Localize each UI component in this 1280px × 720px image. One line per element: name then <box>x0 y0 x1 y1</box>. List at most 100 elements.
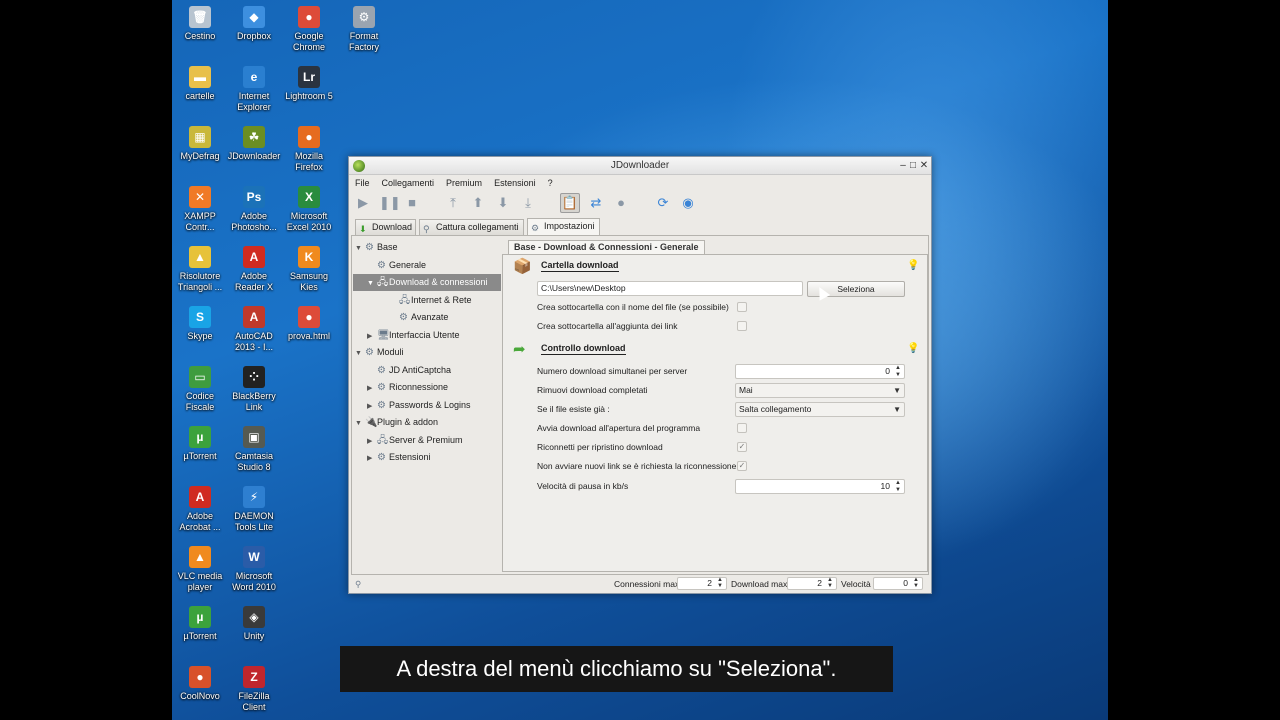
desktop-icon[interactable]: ☘ JDownloader <box>226 126 282 162</box>
collapse-arrow-icon[interactable]: ▶ <box>367 450 377 467</box>
tree-item[interactable]: ▶ 🖧Server & Premium <box>367 432 463 449</box>
pause-icon[interactable]: ❚❚ <box>379 195 401 211</box>
desktop-icon[interactable]: ⁘ BlackBerry Link <box>226 366 282 413</box>
desktop-icon[interactable]: A Adobe Acrobat ... <box>172 486 228 533</box>
menu-collegamenti[interactable]: Collegamenti <box>376 176 441 188</box>
refresh-icon[interactable]: ⟳ <box>655 195 671 211</box>
desktop-icon[interactable]: ▦ MyDefrag <box>172 126 228 162</box>
window-title: JDownloader <box>610 160 670 171</box>
no-new-links-checkbox[interactable]: ✓ <box>737 461 747 471</box>
reconnect-checkbox[interactable]: ✓ <box>737 442 747 452</box>
stop-icon[interactable]: ■ <box>404 195 420 211</box>
tree-item[interactable]: 🖧Internet & Rete <box>389 292 472 309</box>
collapse-arrow-icon[interactable]: ▶ <box>367 433 377 450</box>
desktop-icon[interactable]: ⚙ Format Factory <box>336 6 392 53</box>
desktop-icon[interactable]: Z FileZilla Client <box>226 666 282 713</box>
spinner-arrows-icon[interactable]: ▲ ▼ <box>894 480 902 493</box>
tree-item[interactable]: ⚙ Avanzate <box>389 309 448 326</box>
play-icon[interactable]: ▶ <box>355 195 371 211</box>
download-path-input[interactable]: C:\Users\new\Desktop <box>537 281 803 296</box>
expand-arrow-icon[interactable]: ▼ <box>355 345 365 362</box>
reconnect-icon[interactable]: ⇄ <box>588 195 604 211</box>
move-bottom-icon[interactable]: ⤓ <box>520 195 536 211</box>
dropdown-arrow-icon[interactable]: ▼ <box>893 403 901 416</box>
tree-item[interactable]: ▼ ⚙ Moduli <box>355 344 404 361</box>
desktop-icon[interactable]: A AutoCAD 2013 - I... <box>226 306 282 353</box>
subfolder-link-checkbox[interactable] <box>737 321 747 331</box>
desktop-icon[interactable]: ● Google Chrome <box>281 6 337 53</box>
tree-item[interactable]: ▼ 🔌Plugin & addon <box>355 414 438 431</box>
dropdown-arrow-icon[interactable]: ▼ <box>893 384 901 397</box>
lightbulb-icon[interactable]: 💡 <box>907 260 919 272</box>
spinner-arrows-icon[interactable]: ▲ ▼ <box>826 577 834 589</box>
tree-item[interactable]: ▶ ⚙ Estensioni <box>367 449 431 466</box>
desktop-icon[interactable]: S Skype <box>172 306 228 342</box>
update-icon[interactable]: ◉ <box>680 195 696 211</box>
desktop-icon[interactable]: ◈ Unity <box>226 606 282 642</box>
tree-item[interactable]: ▼ 🖧Download & connessioni <box>353 274 501 291</box>
expand-arrow-icon[interactable]: ▼ <box>355 415 365 432</box>
desktop-icon[interactable]: µ µTorrent <box>172 426 228 462</box>
clipboard-icon[interactable]: 📋 <box>560 193 580 213</box>
desktop-icon[interactable]: A Adobe Reader X <box>226 246 282 293</box>
desktop-icon[interactable]: e Internet Explorer <box>226 66 282 113</box>
move-down-icon[interactable]: ⬇ <box>495 195 511 211</box>
max-connections-spinner[interactable]: 2 ▲ ▼ <box>677 577 727 590</box>
menu-premium[interactable]: Premium <box>440 176 488 188</box>
desktop-icon[interactable]: ● Mozilla Firefox <box>281 126 337 173</box>
tree-item[interactable]: ⚙ Generale <box>367 257 426 274</box>
tab-download[interactable]: ⬇ Download <box>355 219 416 235</box>
autostart-checkbox[interactable] <box>737 423 747 433</box>
simultaneous-spinner[interactable]: 0 ▲ ▼ <box>735 364 905 379</box>
expand-arrow-icon[interactable]: ▼ <box>367 275 377 292</box>
desktop-icon[interactable]: ▲ VLC media player <box>172 546 228 593</box>
tree-item[interactable]: ▶ 🖥Interfaccia Utente <box>367 327 460 344</box>
move-up-icon[interactable]: ⬆ <box>470 195 486 211</box>
lightbulb-icon[interactable]: 💡 <box>907 343 919 355</box>
tree-item[interactable]: ▶ ⚙ Passwords & Logins <box>367 397 471 414</box>
menu-estensioni[interactable]: Estensioni <box>488 176 542 188</box>
desktop-icon[interactable]: µ µTorrent <box>172 606 228 642</box>
spinner-arrows-icon[interactable]: ▲ ▼ <box>912 577 920 589</box>
tab-settings[interactable]: ⚙ Impostazioni <box>527 218 600 235</box>
close-button[interactable]: ✕ <box>918 159 930 172</box>
desktop-icon[interactable]: X Microsoft Excel 2010 <box>281 186 337 233</box>
desktop-icon[interactable]: ▭ Codice Fiscale <box>172 366 228 413</box>
pause-speed-spinner[interactable]: 10 ▲ ▼ <box>735 479 905 494</box>
desktop-icon[interactable]: ✕ XAMPP Contr... <box>172 186 228 233</box>
desktop-icon[interactable]: ● CoolNovo <box>172 666 228 702</box>
move-top-icon[interactable]: ⤒ <box>445 195 461 211</box>
menu-help[interactable]: ? <box>542 176 559 188</box>
desktop-icon[interactable]: Lr Lightroom 5 <box>281 66 337 102</box>
spinner-arrows-icon[interactable]: ▲ ▼ <box>894 365 902 378</box>
desktop-icon[interactable]: K Samsung Kies <box>281 246 337 293</box>
spinner-arrows-icon[interactable]: ▲ ▼ <box>716 577 724 589</box>
network-status-icon[interactable]: ⚲ <box>355 578 361 590</box>
desktop-icon[interactable]: W Microsoft Word 2010 <box>226 546 282 593</box>
speed-spinner[interactable]: 0 ▲ ▼ <box>873 577 923 590</box>
title-bar[interactable]: JDownloader – □ ✕ <box>349 157 931 175</box>
tree-item[interactable]: ▼ ⚙ Base <box>355 239 398 256</box>
max-downloads-spinner[interactable]: 2 ▲ ▼ <box>787 577 837 590</box>
tab-link-grabber[interactable]: ⚲ Cattura collegamenti <box>419 219 524 235</box>
file-exists-select[interactable]: Salta collegamento ▼ <box>735 402 905 417</box>
remove-finished-select[interactable]: Mai ▼ <box>735 383 905 398</box>
tree-item[interactable]: ▶ ⚙ Riconnessione <box>367 379 448 396</box>
desktop-icon[interactable]: ▣ Camtasia Studio 8 <box>226 426 282 473</box>
desktop-icon[interactable]: 🗑 Cestino <box>172 6 228 42</box>
desktop-icon[interactable]: ▲ Risolutore Triangoli ... <box>172 246 228 293</box>
subfolder-package-checkbox[interactable] <box>737 302 747 312</box>
collapse-arrow-icon[interactable]: ▶ <box>367 328 377 345</box>
menu-file[interactable]: File <box>349 176 376 188</box>
tree-item[interactable]: ⚙ JD AntiCaptcha <box>367 362 451 379</box>
desktop-icon[interactable]: ⚡ DAEMON Tools Lite <box>226 486 282 533</box>
premium-icon[interactable]: ● <box>613 195 629 211</box>
expand-arrow-icon[interactable]: ▼ <box>355 240 365 257</box>
panel-tab[interactable]: Base - Download & Connessioni - Generale <box>508 240 705 254</box>
desktop-icon[interactable]: ◆ Dropbox <box>226 6 282 42</box>
desktop-icon[interactable]: ▬ cartelle <box>172 66 228 102</box>
desktop-icon[interactable]: Ps Adobe Photosho... <box>226 186 282 233</box>
collapse-arrow-icon[interactable]: ▶ <box>367 380 377 397</box>
desktop-icon[interactable]: ● prova.html <box>281 306 337 342</box>
collapse-arrow-icon[interactable]: ▶ <box>367 398 377 415</box>
